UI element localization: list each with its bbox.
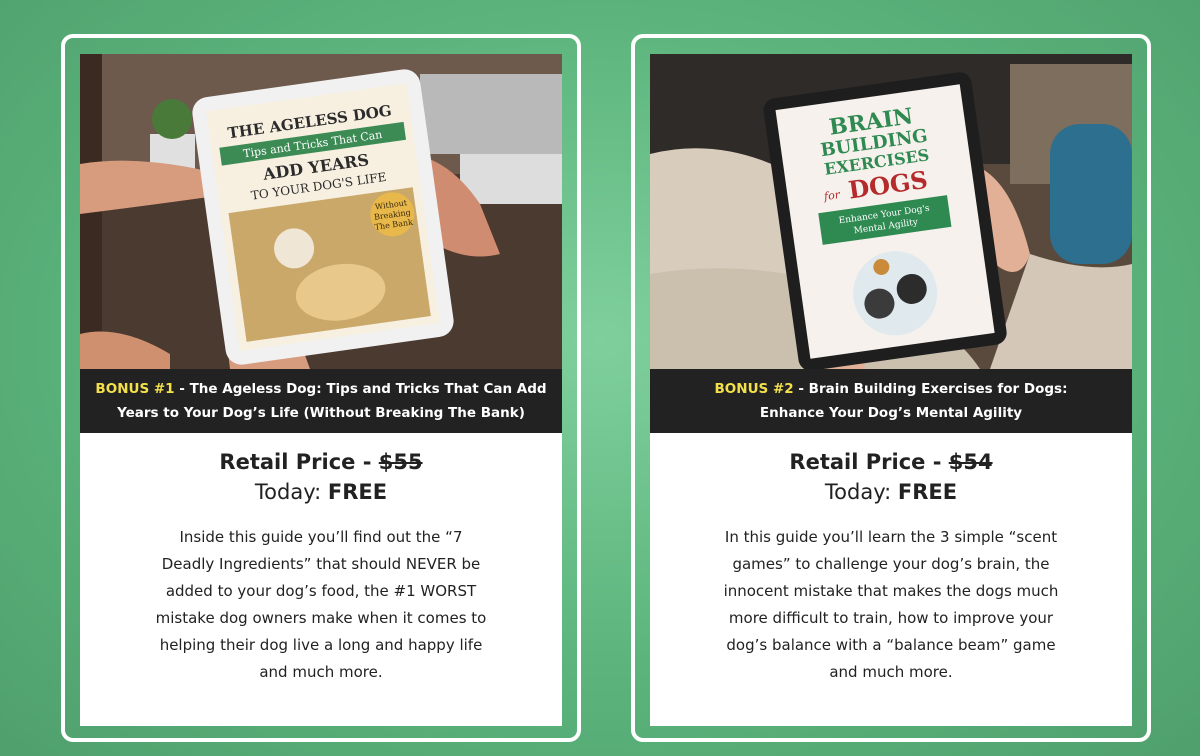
bonus-2-pricing: Retail Price - $54 Today: FREE xyxy=(650,447,1132,507)
bonus-card-2-content: BRAIN BUILDING EXERCISES for DOGS Enhanc… xyxy=(650,54,1132,726)
bonus-1-desc-line: mistake dog owners make when it comes to xyxy=(155,609,487,627)
bonus-2-desc-line: In this guide you’ll learn the 3 simple … xyxy=(724,528,1058,546)
bonus-2-description: In this guide you’ll learn the 3 simple … xyxy=(690,524,1092,686)
bonus-1-retail-price: $55 xyxy=(378,450,423,474)
cover-2-for: for xyxy=(822,188,841,203)
bonus-2-product-photo: BRAIN BUILDING EXERCISES for DOGS Enhanc… xyxy=(650,54,1132,369)
bonus-2-desc-line: dog’s balance with a “balance beam” game xyxy=(726,636,1056,654)
bonus-2-caption-line-2: Enhance Your Dog’s Mental Agility xyxy=(759,405,1023,421)
bonus-2-label: BONUS #2 xyxy=(714,381,794,397)
bonus-1-description: Inside this guide you’ll find out the “7… xyxy=(120,524,522,686)
bonus-1-caption-line-1: - The Ageless Dog: Tips and Tricks That … xyxy=(174,381,547,397)
bonus-1-today-label: Today: xyxy=(254,480,328,504)
bonus-2-today-label: Today: xyxy=(824,480,898,504)
bonus-1-desc-line: and much more. xyxy=(259,663,383,681)
bonus-2-desc-line: and much more. xyxy=(829,663,953,681)
bonus-card-2: BRAIN BUILDING EXERCISES for DOGS Enhanc… xyxy=(631,34,1151,742)
bonus-1-desc-line: helping their dog live a long and happy … xyxy=(159,636,483,654)
bonus-1-caption: BONUS #1 - The Ageless Dog: Tips and Tri… xyxy=(80,369,562,433)
bonus-1-desc-line: Deadly Ingredients” that should NEVER be xyxy=(161,555,481,573)
bonus-2-desc-line: innocent mistake that makes the dogs muc… xyxy=(723,582,1059,600)
bonus-1-retail-label: Retail Price - xyxy=(219,450,379,474)
bonus-2-desc-line: more difficult to train, how to improve … xyxy=(728,609,1054,627)
bonus-card-1-content: THE AGELESS DOG Tips and Tricks That Can… xyxy=(80,54,562,726)
bonus-2-retail-price: $54 xyxy=(948,450,993,474)
bonus-1-today-price: FREE xyxy=(327,480,388,504)
bonus-1-label: BONUS #1 xyxy=(95,381,175,397)
bonus-1-caption-line-2: Years to Your Dog’s Life (Without Breaki… xyxy=(117,405,525,421)
bonus-2-caption-line-1: - Brain Building Exercises for Dogs: xyxy=(793,381,1068,397)
bonus-2-retail-label: Retail Price - xyxy=(789,450,949,474)
bonus-2-caption: BONUS #2 - Brain Building Exercises for … xyxy=(650,369,1132,433)
bonus-2-today-price: FREE xyxy=(897,480,958,504)
bonus-1-desc-line: Inside this guide you’ll find out the “7 xyxy=(179,528,463,546)
bonus-1-pricing: Retail Price - $55 Today: FREE xyxy=(80,447,562,507)
bonus-2-desc-line: games” to challenge your dog’s brain, th… xyxy=(732,555,1050,573)
bonus-1-desc-line: added to your dog’s food, the #1 WORST xyxy=(165,582,477,600)
bonus-1-product-photo: THE AGELESS DOG Tips and Tricks That Can… xyxy=(80,54,562,369)
bonus-card-1: THE AGELESS DOG Tips and Tricks That Can… xyxy=(61,34,581,742)
